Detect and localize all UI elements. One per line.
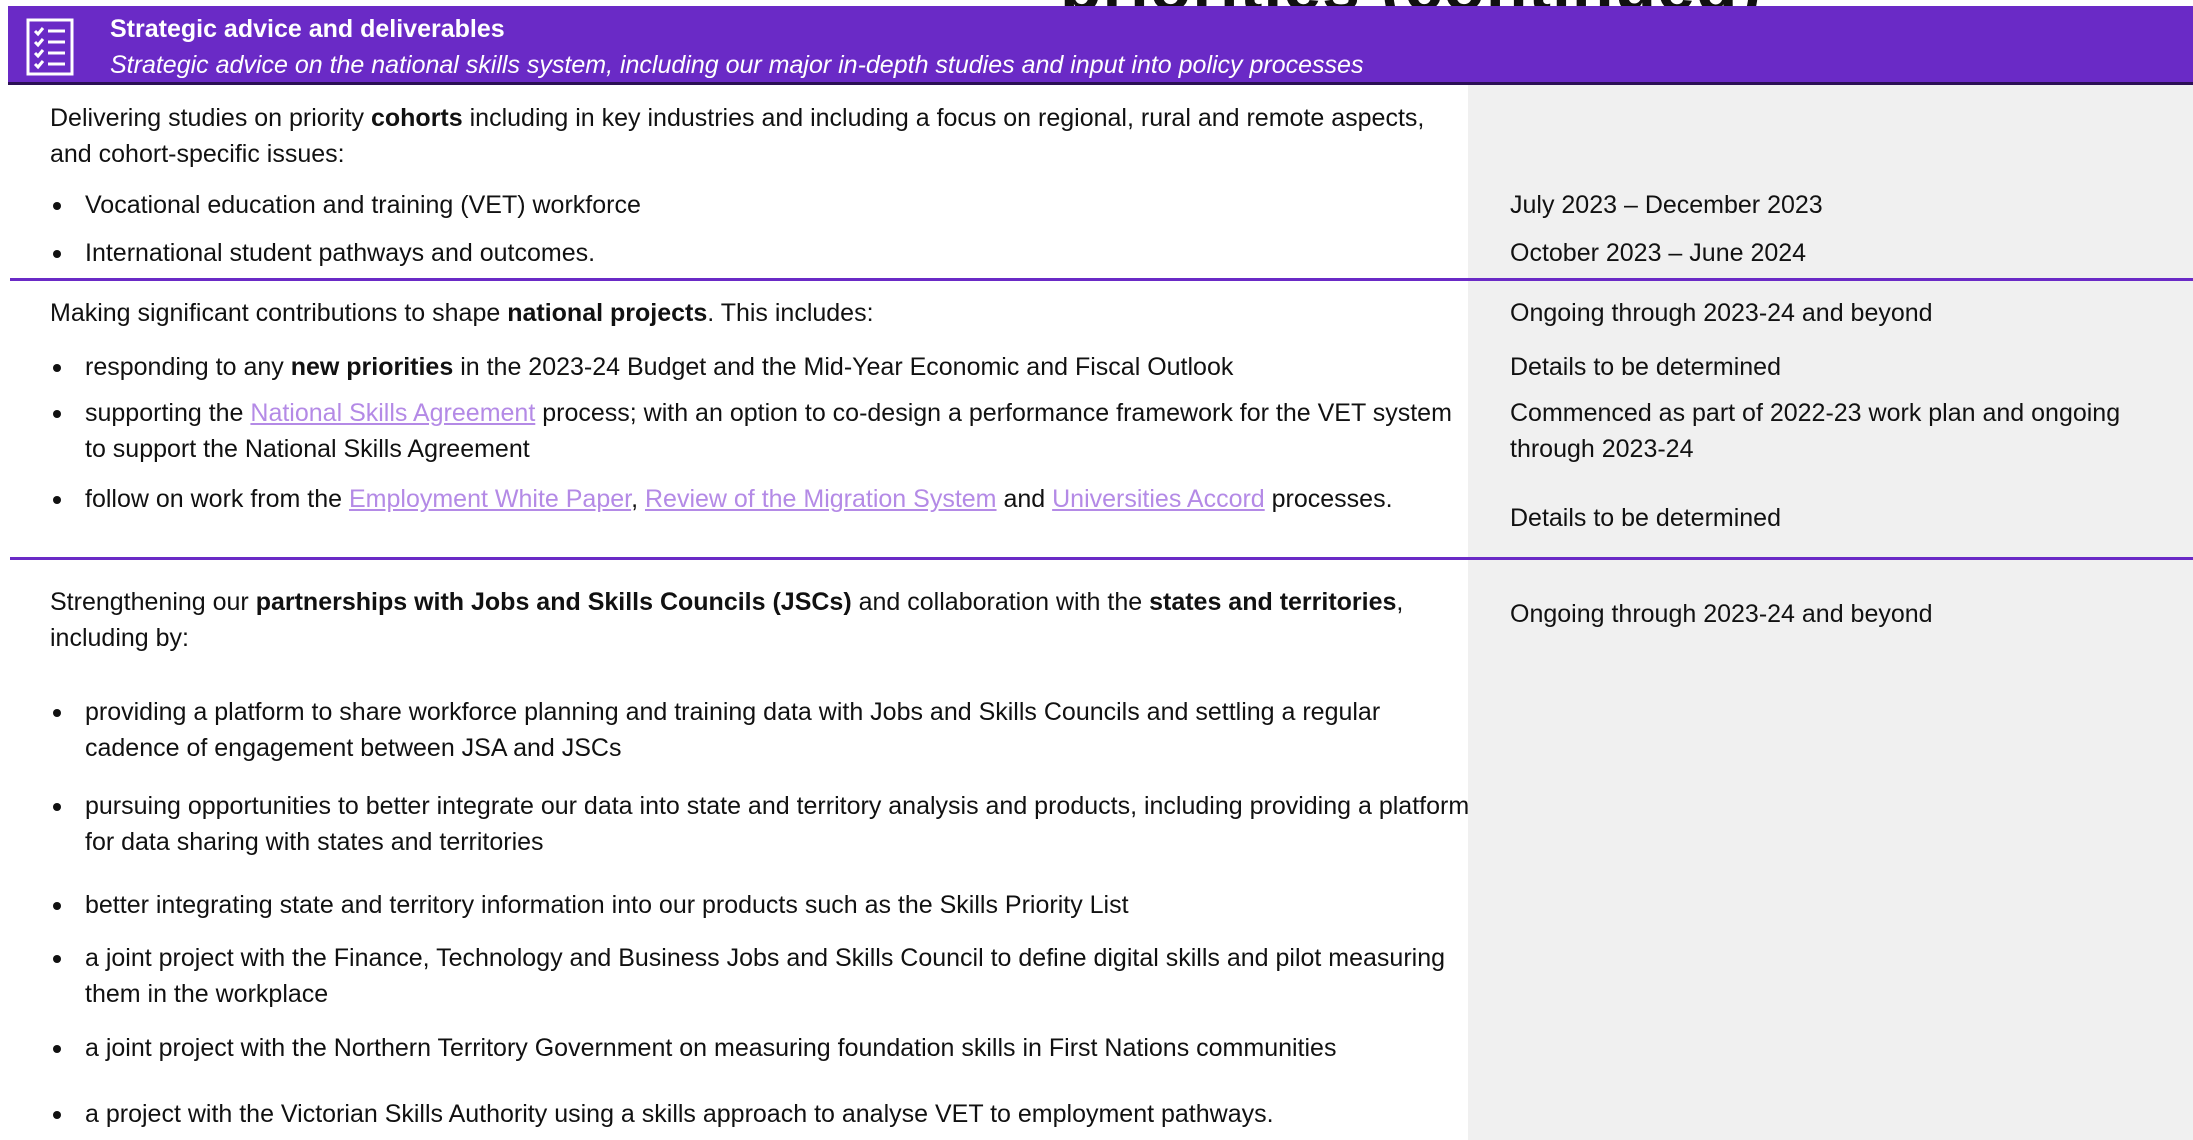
timing-text: Details to be determined: [1510, 353, 1781, 381]
row-divider: [10, 278, 2193, 281]
list-item: better integrating state and territory i…: [53, 887, 1470, 923]
section-subtitle: Strategic advice on the national skills …: [110, 51, 1364, 79]
list-item: supporting the National Skills Agreement…: [53, 395, 1465, 467]
timing-text: July 2023 – December 2023: [1510, 191, 1823, 219]
row-divider: [10, 557, 2193, 560]
timing-text: Details to be determined: [1510, 504, 1781, 532]
partnerships-intro: Strengthening our partnerships with Jobs…: [50, 588, 1404, 652]
employment-white-paper-link[interactable]: Employment White Paper: [349, 485, 631, 513]
list-item: pursuing opportunities to better integra…: [53, 788, 1470, 860]
national-skills-agreement-link[interactable]: National Skills Agreement: [250, 399, 535, 427]
timing-text: Ongoing through 2023-24 and beyond: [1510, 299, 1933, 327]
national-projects-intro: Making significant contributions to shap…: [50, 299, 874, 327]
universities-accord-link[interactable]: Universities Accord: [1052, 485, 1265, 513]
list-item: follow on work from the Employment White…: [53, 481, 1405, 517]
cohorts-intro: Delivering studies on priority cohorts i…: [50, 104, 1425, 168]
timing-text: Ongoing through 2023-24 and beyond: [1510, 600, 1933, 628]
list-item: providing a platform to share workforce …: [53, 694, 1470, 766]
list-item: a project with the Victorian Skills Auth…: [53, 1096, 1470, 1132]
checklist-icon: [26, 18, 74, 76]
migration-review-link[interactable]: Review of the Migration System: [645, 485, 997, 513]
list-item: responding to any new priorities in the …: [53, 349, 1465, 385]
timing-text: October 2023 – June 2024: [1510, 239, 1807, 267]
list-item: Vocational education and training (VET) …: [53, 187, 1465, 223]
list-item: a joint project with the Northern Territ…: [53, 1030, 1470, 1066]
list-item: a joint project with the Finance, Techno…: [53, 940, 1470, 1012]
timing-text: Commenced as part of 2022-23 work plan a…: [1510, 399, 2121, 463]
list-item: International student pathways and outco…: [53, 235, 1465, 271]
section-title: Strategic advice and deliverables: [110, 15, 505, 43]
section-header: Strategic advice and deliverables Strate…: [8, 6, 2193, 85]
